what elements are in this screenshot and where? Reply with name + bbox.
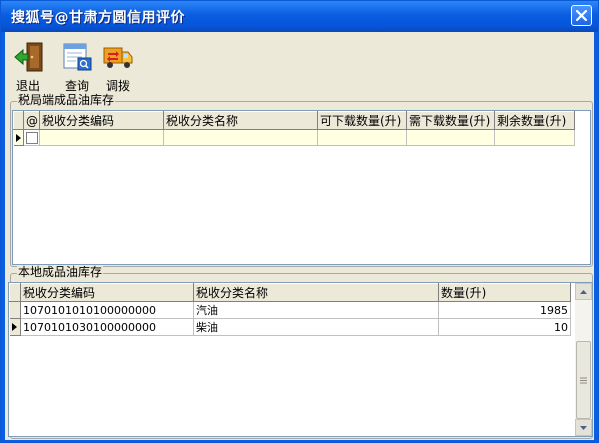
transfer-label: 调拨 — [105, 79, 130, 93]
column-header[interactable]: 剩余数量(升) — [494, 111, 575, 130]
row-indicator — [9, 301, 21, 319]
main-window: 搜狐号@甘肃方圆信用评价 退出 查询 调拨 税局端成品油库存 @ 税收分类编码 … — [0, 0, 599, 443]
name-cell[interactable]: 柴油 — [193, 318, 439, 336]
local-header-row: 税收分类编码 税收分类名称 数量(升) — [9, 283, 571, 302]
code-cell[interactable]: 1070101010100000000 — [20, 301, 194, 319]
title-bar[interactable]: 搜狐号@甘肃方圆信用评价 — [1, 1, 598, 32]
name-cell[interactable]: 汽油 — [193, 301, 439, 319]
row-indicator-header — [9, 283, 21, 302]
column-header[interactable]: 可下载数量(升) — [317, 111, 407, 130]
table-cell[interactable] — [39, 129, 164, 146]
row-indicator-header — [13, 111, 24, 130]
tax-inventory-title: 税局端成品油库存 — [17, 93, 116, 107]
exit-label: 退出 — [15, 79, 40, 93]
column-header[interactable]: 需下载数量(升) — [406, 111, 495, 130]
query-button[interactable]: 查询 — [61, 42, 93, 93]
table-row[interactable] — [13, 129, 575, 146]
scroll-thumb[interactable] — [576, 341, 591, 419]
table-row[interactable]: 1070101010100000000 汽油 1985 — [9, 301, 571, 319]
scroll-up-button[interactable] — [575, 283, 592, 300]
column-header[interactable]: 税收分类名称 — [193, 283, 439, 302]
table-cell[interactable] — [494, 129, 575, 146]
table-row[interactable]: 1070101030100000000 柴油 10 — [9, 318, 571, 336]
table-cell[interactable] — [406, 129, 495, 146]
tax-header-row: @ 税收分类编码 税收分类名称 可下载数量(升) 需下载数量(升) 剩余数量(升… — [13, 111, 575, 130]
row-indicator — [13, 129, 24, 146]
column-header[interactable]: 税收分类名称 — [163, 111, 318, 130]
search-document-icon — [63, 43, 92, 71]
close-button[interactable] — [571, 5, 592, 26]
arrow-up-icon — [580, 289, 587, 294]
code-cell[interactable]: 1070101030100000000 — [20, 318, 194, 336]
transfer-button[interactable]: 调拨 — [101, 42, 135, 93]
client-area: 退出 查询 调拨 税局端成品油库存 @ 税收分类编码 税收分类名称 可下载数量(… — [5, 32, 594, 440]
select-checkbox[interactable] — [26, 131, 38, 144]
local-inventory-table: 税收分类编码 税收分类名称 数量(升) 1070101010100000000 … — [9, 283, 571, 336]
current-row-arrow-icon — [11, 323, 17, 331]
grip-icon — [580, 377, 587, 383]
quantity-cell[interactable]: 1985 — [438, 301, 571, 319]
column-header[interactable]: 税收分类编码 — [39, 111, 164, 130]
table-cell[interactable] — [317, 129, 407, 146]
table-cell[interactable] — [163, 129, 318, 146]
scroll-down-button[interactable] — [575, 419, 592, 436]
tax-inventory-table: @ 税收分类编码 税收分类名称 可下载数量(升) 需下载数量(升) 剩余数量(升… — [13, 111, 575, 146]
tax-inventory-grid[interactable]: @ 税收分类编码 税收分类名称 可下载数量(升) 需下载数量(升) 剩余数量(升… — [12, 110, 591, 265]
row-indicator — [9, 318, 21, 336]
close-icon — [576, 10, 587, 21]
exit-button[interactable]: 退出 — [13, 42, 43, 93]
quantity-cell[interactable]: 10 — [438, 318, 571, 336]
local-inventory-grid[interactable]: 税收分类编码 税收分类名称 数量(升) 1070101010100000000 … — [8, 282, 593, 437]
toolbar: 退出 查询 调拨 — [5, 32, 594, 93]
current-row-arrow-icon — [15, 133, 21, 142]
column-header[interactable]: 数量(升) — [438, 283, 571, 302]
query-label: 查询 — [64, 79, 89, 93]
vertical-scrollbar[interactable] — [575, 283, 592, 436]
exit-door-icon — [14, 42, 43, 72]
column-header[interactable]: 税收分类编码 — [20, 283, 194, 302]
select-checkbox-cell[interactable] — [23, 129, 40, 146]
column-header[interactable]: @ — [23, 111, 40, 130]
truck-icon — [103, 47, 133, 68]
arrow-down-icon — [580, 425, 587, 430]
local-inventory-title: 本地成品油库存 — [17, 265, 104, 279]
window-title: 搜狐号@甘肃方圆信用评价 — [11, 10, 185, 26]
